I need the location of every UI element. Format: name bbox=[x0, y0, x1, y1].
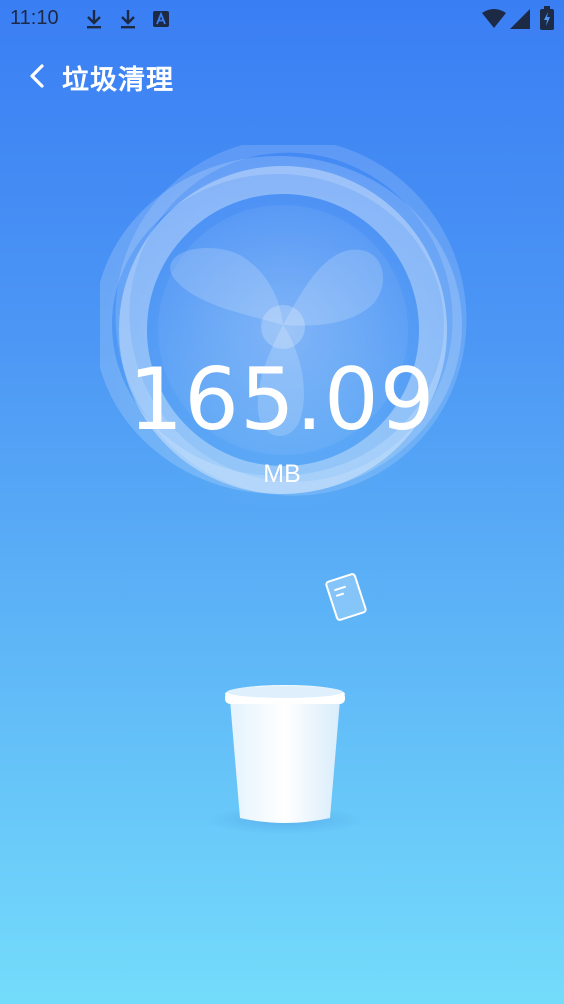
wifi-icon bbox=[482, 9, 506, 28]
junk-size-unit: MB bbox=[263, 460, 301, 488]
back-button[interactable] bbox=[20, 58, 56, 94]
status-time: 11:10 bbox=[10, 7, 59, 29]
junk-size-value: 165.09 bbox=[128, 350, 436, 450]
battery-charging-icon bbox=[540, 6, 554, 30]
download-icon bbox=[121, 10, 135, 29]
text-a-icon bbox=[153, 11, 169, 27]
app-bar: 垃圾清理 bbox=[0, 48, 564, 104]
chevron-left-icon bbox=[30, 64, 44, 88]
download-icon bbox=[87, 10, 101, 29]
file-icon bbox=[325, 573, 367, 621]
status-bar: 11:10 bbox=[0, 0, 564, 38]
signal-icon bbox=[510, 9, 530, 29]
trash-can-icon bbox=[205, 685, 365, 834]
page-title: 垃圾清理 bbox=[62, 65, 174, 96]
